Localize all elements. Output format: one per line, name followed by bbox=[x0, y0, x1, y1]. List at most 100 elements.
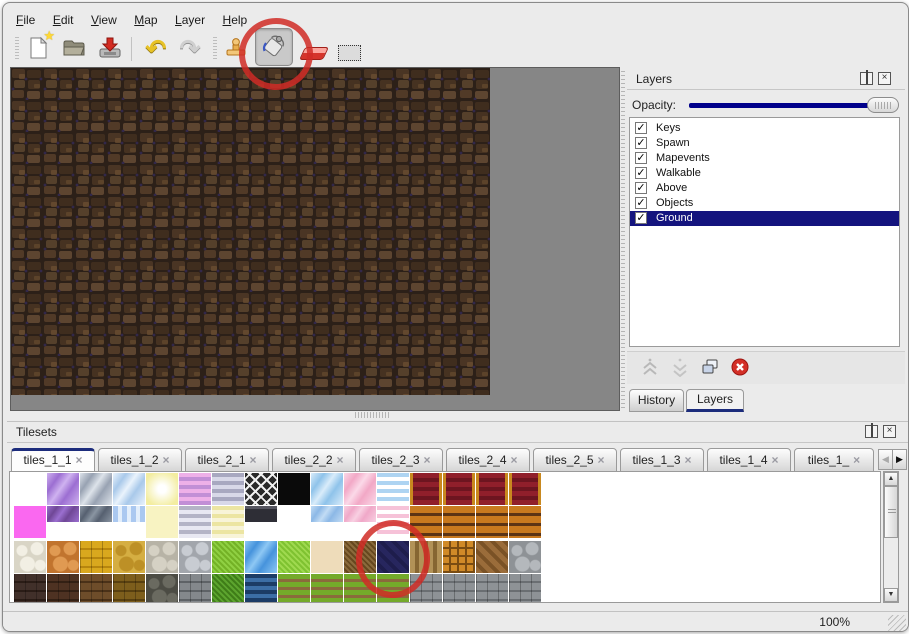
tile-r4-c9[interactable] bbox=[278, 574, 310, 603]
tile-r1-c4[interactable] bbox=[113, 473, 145, 505]
tile-r4-c16[interactable] bbox=[509, 574, 541, 603]
tileset-tab-tiles_1_2[interactable]: tiles_1_2× bbox=[98, 448, 182, 472]
tab-close-icon[interactable]: × bbox=[337, 453, 344, 467]
menu-edit[interactable]: Edit bbox=[53, 13, 74, 27]
redo-button[interactable]: ↷ bbox=[175, 34, 205, 64]
tile-r4-c10[interactable] bbox=[311, 574, 343, 603]
tileset-tab-tiles_1_[interactable]: tiles_1_× bbox=[794, 448, 874, 472]
layer-visibility-checkbox[interactable]: ✓ bbox=[635, 212, 647, 224]
palette-scrollbar[interactable]: ▲ ▼ bbox=[883, 471, 899, 603]
tile-r2-c2[interactable] bbox=[47, 506, 79, 522]
tile-r2-c6[interactable] bbox=[179, 506, 211, 538]
tabs-scroll-right-button[interactable]: ▶ bbox=[892, 449, 907, 470]
tileset-tab-tiles_1_1[interactable]: tiles_1_1× bbox=[11, 448, 95, 472]
tile-r3-c9[interactable] bbox=[278, 541, 310, 573]
tile-r3-c15[interactable] bbox=[476, 541, 508, 573]
tile-r1-c10[interactable] bbox=[311, 473, 343, 505]
tileset-tab-tiles_1_4[interactable]: tiles_1_4× bbox=[707, 448, 791, 472]
menu-file[interactable]: File bbox=[16, 13, 35, 27]
tile-r2-c4[interactable] bbox=[113, 506, 145, 522]
tab-close-icon[interactable]: × bbox=[424, 453, 431, 467]
tabs-scroll-left-button[interactable]: ◀ bbox=[878, 449, 893, 470]
tile-r4-c2[interactable] bbox=[47, 574, 79, 603]
lower-layer-button[interactable] bbox=[669, 357, 691, 379]
tile-r1-c8[interactable] bbox=[245, 473, 277, 505]
splitter-handle-horizontal[interactable] bbox=[355, 412, 389, 418]
tab-close-icon[interactable]: × bbox=[685, 453, 692, 467]
tab-history[interactable]: History bbox=[629, 389, 684, 412]
layer-visibility-checkbox[interactable]: ✓ bbox=[635, 152, 647, 164]
tile-r1-c15[interactable] bbox=[476, 473, 508, 505]
tab-close-icon[interactable]: × bbox=[598, 453, 605, 467]
tileset-tab-tiles_2_5[interactable]: tiles_2_5× bbox=[533, 448, 617, 472]
delete-layer-button[interactable] bbox=[729, 357, 751, 379]
open-map-button[interactable] bbox=[59, 34, 89, 64]
tile-r2-c15[interactable] bbox=[476, 506, 508, 538]
rect-select-tool-button[interactable] bbox=[334, 34, 364, 64]
tile-r4-c11[interactable] bbox=[344, 574, 376, 603]
tile-r2-c1[interactable] bbox=[14, 506, 46, 538]
tile-r1-c13[interactable] bbox=[410, 473, 442, 505]
tile-r3-c2[interactable] bbox=[47, 541, 79, 573]
menu-help[interactable]: Help bbox=[223, 13, 248, 27]
menu-map[interactable]: Map bbox=[134, 13, 157, 27]
tile-r3-c10[interactable] bbox=[311, 541, 343, 573]
layer-row-mapevents[interactable]: ✓Mapevents bbox=[630, 151, 899, 166]
fill-bucket-tool-button[interactable] bbox=[255, 28, 293, 66]
tile-r2-c11[interactable] bbox=[344, 506, 376, 522]
tile-r3-c3[interactable] bbox=[80, 541, 112, 573]
layer-visibility-checkbox[interactable]: ✓ bbox=[635, 137, 647, 149]
new-map-button[interactable]: ★ bbox=[23, 34, 53, 64]
tile-r1-c5[interactable] bbox=[146, 473, 178, 505]
duplicate-layer-button[interactable] bbox=[699, 357, 721, 379]
scroll-down-button[interactable]: ▼ bbox=[884, 588, 898, 602]
float-panel-button[interactable] bbox=[860, 72, 873, 85]
tile-r1-c12[interactable] bbox=[377, 473, 409, 505]
opacity-slider[interactable] bbox=[689, 103, 897, 108]
tile-r4-c13[interactable] bbox=[410, 574, 442, 603]
tile-r1-c6[interactable] bbox=[179, 473, 211, 505]
save-map-button[interactable] bbox=[95, 34, 125, 64]
tileset-tab-tiles_1_3[interactable]: tiles_1_3× bbox=[620, 448, 704, 472]
tile-r2-c13[interactable] bbox=[410, 506, 442, 538]
tile-r4-c4[interactable] bbox=[113, 574, 145, 603]
tile-r2-c9[interactable] bbox=[278, 506, 310, 538]
close-tilesets-button[interactable]: × bbox=[883, 425, 896, 438]
tile-palette[interactable] bbox=[9, 471, 881, 603]
tab-close-icon[interactable]: × bbox=[76, 453, 83, 467]
tab-close-icon[interactable]: × bbox=[853, 453, 860, 467]
tile-r2-c16[interactable] bbox=[509, 506, 541, 538]
toolbar-grip[interactable] bbox=[15, 37, 19, 61]
tile-r1-c11[interactable] bbox=[344, 473, 376, 505]
tile-r2-c12[interactable] bbox=[377, 506, 409, 538]
tab-close-icon[interactable]: × bbox=[772, 453, 779, 467]
tileset-tab-tiles_2_2[interactable]: tiles_2_2× bbox=[272, 448, 356, 472]
layer-visibility-checkbox[interactable]: ✓ bbox=[635, 197, 647, 209]
tile-r1-c3[interactable] bbox=[80, 473, 112, 505]
toolbar-grip-2[interactable] bbox=[213, 37, 217, 61]
menu-view[interactable]: View bbox=[91, 13, 117, 27]
close-panel-button[interactable]: × bbox=[878, 72, 891, 85]
tile-r2-c8[interactable] bbox=[245, 506, 277, 522]
layer-row-walkable[interactable]: ✓Walkable bbox=[630, 166, 899, 181]
tile-r3-c8[interactable] bbox=[245, 541, 277, 573]
undo-button[interactable]: ↶ bbox=[141, 34, 171, 64]
tile-r3-c11[interactable] bbox=[344, 541, 376, 573]
tile-r2-c7[interactable] bbox=[212, 506, 244, 538]
scrollbar-thumb[interactable] bbox=[884, 486, 898, 538]
tile-r1-c7[interactable] bbox=[212, 473, 244, 505]
tile-r4-c12[interactable] bbox=[377, 574, 409, 603]
eraser-tool-button[interactable] bbox=[299, 34, 329, 64]
tile-r4-c6[interactable] bbox=[179, 574, 211, 603]
tile-r4-c14[interactable] bbox=[443, 574, 475, 603]
tile-r4-c3[interactable] bbox=[80, 574, 112, 603]
tab-layers[interactable]: Layers bbox=[686, 389, 744, 412]
layer-row-ground[interactable]: ✓Ground bbox=[630, 211, 899, 226]
tile-r2-c5[interactable] bbox=[146, 506, 178, 538]
float-tilesets-button[interactable] bbox=[865, 425, 878, 438]
tile-r4-c1[interactable] bbox=[14, 574, 46, 603]
raise-layer-button[interactable] bbox=[639, 357, 661, 379]
layer-row-above[interactable]: ✓Above bbox=[630, 181, 899, 196]
tile-r3-c16[interactable] bbox=[509, 541, 541, 573]
tile-r1-c16[interactable] bbox=[509, 473, 541, 505]
